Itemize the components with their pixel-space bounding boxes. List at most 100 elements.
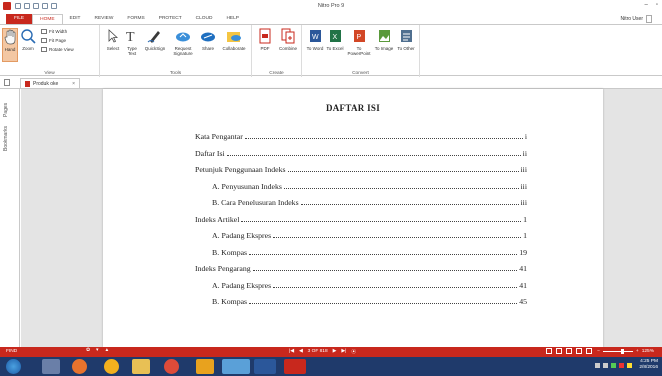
toc-entry-page: 41: [519, 264, 527, 273]
play-icon[interactable]: ⦿: [351, 348, 356, 355]
network-icon[interactable]: [611, 363, 616, 368]
fit-page-button[interactable]: Fit Page: [41, 38, 66, 43]
to-excel-button[interactable]: X To Excel: [326, 28, 344, 51]
fit-width-button[interactable]: Fit Width: [41, 29, 67, 34]
quicksign-button[interactable]: QuickSign: [143, 28, 167, 51]
toc-entry[interactable]: B. Kompas 19: [212, 248, 527, 259]
fullscreen-view-icon[interactable]: [586, 348, 592, 354]
to-excel-label: To Excel: [326, 46, 344, 51]
nitro-taskbar-icon[interactable]: [284, 359, 306, 374]
combine-button[interactable]: Combine: [277, 28, 299, 51]
document-workspace[interactable]: DAFTAR ISI Kata Pengantar i Daftar Isi ii Pe…: [21, 89, 662, 347]
toc-entry[interactable]: A. Penyusunan Indeks iii: [212, 182, 527, 193]
word-taskbar-icon[interactable]: [254, 359, 276, 374]
start-button[interactable]: [6, 359, 21, 374]
type-text-button[interactable]: T Type Text: [123, 28, 141, 56]
zoom-in-icon[interactable]: +: [636, 349, 639, 354]
toc-entry[interactable]: A. Padang Ekspres 1: [212, 231, 527, 242]
request-signature-button[interactable]: Request Signature: [170, 28, 196, 56]
mail-app-icon[interactable]: [42, 359, 60, 374]
tab-review[interactable]: REVIEW: [87, 14, 120, 24]
toc-entry[interactable]: B. Cara Penelusuran Indeks iii: [212, 198, 527, 209]
page-indicator[interactable]: 3 OF 818: [308, 349, 328, 354]
tab-forms[interactable]: FORMS: [120, 14, 151, 24]
file-explorer-icon[interactable]: [132, 359, 150, 374]
toc-entry[interactable]: Petunjuk Penggunaan Indeks iii: [195, 165, 527, 176]
facing-view-icon[interactable]: [566, 348, 572, 354]
first-page-icon[interactable]: |◀: [289, 349, 294, 354]
cloud-sign-icon: [175, 28, 191, 44]
toc-entry-label: B. Kompas: [212, 247, 248, 257]
toc-entry-label: Daftar Isi: [195, 148, 225, 158]
svg-text:T: T: [126, 30, 135, 44]
zoom-out-icon[interactable]: −: [597, 349, 600, 354]
share-button[interactable]: Share: [199, 28, 217, 51]
toc-entry-label: Petunjuk Penggunaan Indeks: [195, 165, 286, 174]
zoom-slider-thumb[interactable]: [620, 349, 624, 354]
bookmarks-tab[interactable]: Bookmarks: [3, 126, 9, 151]
toc-entry-page: 41: [519, 280, 527, 290]
dropdown-icon[interactable]: ▾: [96, 348, 98, 353]
pdf-button[interactable]: PDF: [257, 28, 273, 51]
chrome-icon[interactable]: [164, 359, 179, 374]
panel-toggle-icon[interactable]: [4, 79, 10, 86]
find-label[interactable]: FIND: [6, 349, 17, 354]
zoom-button[interactable]: Zoom: [20, 28, 36, 51]
to-image-button[interactable]: To Image: [374, 28, 394, 51]
to-word-button[interactable]: W To Word: [306, 28, 324, 51]
app-window-icon[interactable]: [222, 359, 250, 374]
toc-entry[interactable]: Daftar Isi ii: [195, 149, 527, 160]
collaborate-label: Collaborate: [222, 46, 246, 51]
collaborate-button[interactable]: Collaborate: [219, 28, 249, 51]
tab-protect[interactable]: PROTECT: [152, 14, 189, 24]
maximize-button[interactable]: ▫: [656, 2, 658, 8]
rotate-view-button[interactable]: Rotate View: [41, 47, 74, 52]
select-button[interactable]: Select: [104, 28, 122, 51]
tab-edit[interactable]: EDIT: [63, 14, 88, 24]
fit-width-icon: [41, 29, 47, 34]
toc-entry-page: 1: [523, 231, 527, 240]
toc-entry[interactable]: Kata Pengantar i: [195, 132, 527, 143]
close-tab-icon[interactable]: ×: [72, 81, 75, 87]
tray-icon-1[interactable]: [595, 363, 600, 368]
next-page-icon[interactable]: ▶: [333, 349, 337, 354]
toc-entry[interactable]: Indeks Pengarang 41: [195, 264, 527, 275]
toc-entry-page: 45: [519, 297, 527, 306]
single-page-view-icon[interactable]: [546, 348, 552, 354]
tray-icon-2[interactable]: [619, 363, 624, 368]
continuous-view-icon[interactable]: [556, 348, 562, 354]
browser-icon[interactable]: [104, 359, 119, 374]
toc-entry[interactable]: Indeks Artikel 1: [195, 215, 527, 226]
toc-entry-label: Kata Pengantar: [195, 132, 243, 141]
tab-home[interactable]: HOME: [32, 14, 63, 24]
to-powerpoint-button[interactable]: P To PowerPoint: [346, 28, 372, 56]
view-group: Hand Zoom Fit Width Fit Page Rotate View…: [0, 25, 100, 77]
prev-page-icon[interactable]: ◀: [299, 349, 303, 354]
select-label: Select: [106, 46, 120, 51]
facing-continuous-view-icon[interactable]: [576, 348, 582, 354]
user-account[interactable]: Nitro User: [620, 15, 652, 23]
app-fw-icon[interactable]: [196, 359, 214, 374]
minimize-button[interactable]: –: [645, 2, 648, 8]
taskbar-clock[interactable]: 4:25 PM 2/8/2016: [639, 359, 658, 371]
firefox-icon[interactable]: [72, 359, 87, 374]
tab-cloud[interactable]: CLOUD: [189, 14, 220, 24]
toc-entry[interactable]: A. Padang Ekspres 41: [212, 281, 527, 292]
settings-icon[interactable]: ✿: [86, 348, 90, 353]
toc-leader-dots: [252, 265, 518, 271]
svg-text:P: P: [357, 34, 362, 41]
tray-icon-3[interactable]: [627, 363, 632, 368]
volume-icon[interactable]: [603, 363, 608, 368]
document-tab[interactable]: Produk oke ×: [20, 78, 80, 88]
tab-help[interactable]: HELP: [219, 14, 246, 24]
pages-tab[interactable]: Pages: [3, 103, 9, 117]
to-other-button[interactable]: To Other: [396, 28, 416, 51]
window-controls: – ▫: [645, 2, 658, 8]
last-page-icon[interactable]: ▶|: [341, 349, 346, 354]
pdf-label: PDF: [260, 46, 270, 51]
toc-entry[interactable]: B. Kompas 45: [212, 297, 527, 308]
tab-file[interactable]: FILE: [6, 14, 33, 24]
zoom-slider[interactable]: [602, 349, 633, 354]
warning-icon[interactable]: ▲: [104, 348, 109, 353]
hand-button[interactable]: Hand: [2, 28, 18, 62]
